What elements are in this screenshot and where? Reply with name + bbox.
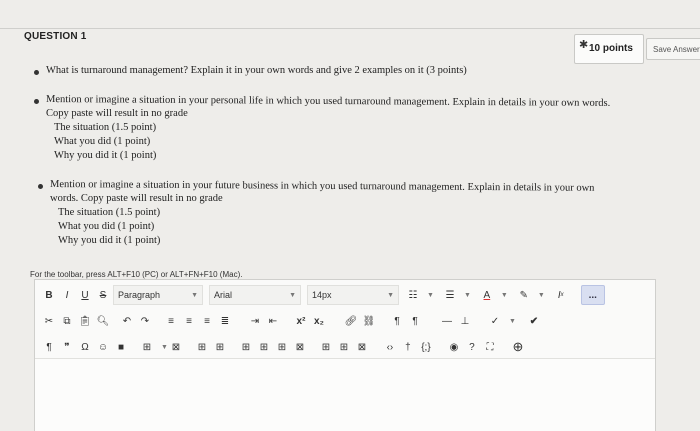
text-color-icon[interactable]: A <box>479 285 495 305</box>
media-icon[interactable]: ■ <box>113 337 129 357</box>
font-select[interactable]: Arial ▼ <box>209 285 301 305</box>
toolbar-row-2: ✂ ⧉ 📋︎ 🔍︎ ↶ ↷ ≡ ≡ ≡ ≣ ⇥ ⇤ x² x₂ 🔗︎ ⛓ ¶ ¶… <box>35 308 661 334</box>
table-delete-row-icon[interactable]: ⊞ <box>274 337 290 357</box>
chevron-down-icon[interactable]: ▼ <box>538 292 545 299</box>
add-content-icon[interactable]: ⊕ <box>510 337 526 357</box>
search-icon[interactable]: 🔍︎ <box>95 311 111 331</box>
copy-icon[interactable]: ⧉ <box>59 311 75 331</box>
save-answer-button[interactable]: Save Answer <box>646 38 700 60</box>
bullet-2 <box>34 99 39 104</box>
align-center-icon[interactable]: ≡ <box>181 311 197 331</box>
bullet-1-line: What is turnaround management? Explain i… <box>46 65 467 76</box>
bullet-3-line-1: Mention or imagine a situation in your f… <box>49 179 595 194</box>
ordered-list-icon[interactable]: ☷ <box>405 285 421 305</box>
rich-text-editor: B I U S Paragraph ▼ Arial ▼ 14px ▼ ☷ ▼ ☰… <box>34 279 656 431</box>
question-title: QUESTION 1 <box>24 31 87 42</box>
table-delete-col-icon[interactable]: ⊠ <box>292 337 308 357</box>
editor-content-area[interactable] <box>35 358 655 431</box>
special-char-icon[interactable]: Ω <box>77 337 93 357</box>
code-sample-icon[interactable]: {;} <box>418 337 434 357</box>
unlink-icon[interactable]: ⛓ <box>361 311 377 331</box>
font-value: Arial <box>214 290 233 300</box>
points-label: 10 points <box>589 43 633 54</box>
chevron-down-icon[interactable]: ▼ <box>501 292 508 299</box>
chevron-down-icon[interactable]: ▼ <box>427 292 434 299</box>
strikethrough-button[interactable]: S <box>95 285 111 305</box>
bullet-2-line-4: What you did (1 point) <box>54 136 151 147</box>
highlight-pen-icon[interactable]: ✎ <box>516 285 532 305</box>
table-delete-icon[interactable]: ⊠ <box>354 337 370 357</box>
undo-icon[interactable]: ↶ <box>119 311 135 331</box>
align-right-icon[interactable]: ≡ <box>199 311 215 331</box>
outdent-icon[interactable]: ⇤ <box>265 311 281 331</box>
font-size-value: 14px <box>312 290 332 300</box>
underline-button[interactable]: U <box>77 285 93 305</box>
toolbar-row-1: B I U S Paragraph ▼ Arial ▼ 14px ▼ ☷ ▼ ☰… <box>35 282 661 308</box>
chevron-down-icon: ▼ <box>387 291 394 299</box>
points-box: ✱ 10 points <box>574 34 644 64</box>
bullet-2-line-3: The situation (1.5 point) <box>54 122 157 133</box>
chevron-down-icon[interactable]: ▼ <box>464 292 471 299</box>
table-merge-icon[interactable]: ⊞ <box>318 337 334 357</box>
help-icon[interactable]: ? <box>464 337 480 357</box>
paragraph-select[interactable]: Paragraph ▼ <box>113 285 203 305</box>
paste-icon[interactable]: 📋︎ <box>77 311 93 331</box>
link-icon[interactable]: 🔗︎ <box>343 311 359 331</box>
fullscreen-icon[interactable]: ⛶ <box>482 337 498 357</box>
more-options-button[interactable]: ... <box>580 285 605 305</box>
pin-icon: ✱ <box>579 39 589 51</box>
rtl-icon[interactable]: ¶ <box>407 311 423 331</box>
table-col-after-icon[interactable]: ⊞ <box>256 337 272 357</box>
table-col-before-icon[interactable]: ⊞ <box>238 337 254 357</box>
ltr-icon[interactable]: ¶ <box>389 311 405 331</box>
paragraph-mark-icon[interactable]: ¶ <box>41 337 57 357</box>
table-props-icon[interactable]: ⊠ <box>168 337 184 357</box>
blockquote-icon[interactable]: ❞ <box>59 337 75 357</box>
indent-icon[interactable]: ⇥ <box>247 311 263 331</box>
align-justify-icon[interactable]: ≣ <box>217 311 233 331</box>
preview-icon[interactable]: ◉ <box>446 337 462 357</box>
table-split-icon[interactable]: ⊞ <box>336 337 352 357</box>
code-icon[interactable]: ‹› <box>382 337 398 357</box>
spellcheck-icon[interactable]: ✓ <box>487 311 503 331</box>
bullet-2-line-1: Mention or imagine a situation in your p… <box>45 94 611 109</box>
chevron-down-icon: ▼ <box>289 291 296 299</box>
bullet-2-line-2: Copy paste will result in no grade <box>46 108 188 119</box>
table-row-after-icon[interactable]: ⊞ <box>212 337 228 357</box>
bullet-1 <box>34 70 39 75</box>
clear-format-icon[interactable]: Ix <box>553 285 569 305</box>
toolbar-row-3: ¶ ❞ Ω ☺ ■ ⊞ ▼ ⊠ ⊞ ⊞ ⊞ ⊞ ⊞ ⊠ ⊞ ⊞ ⊠ ‹› † {… <box>35 334 661 360</box>
align-left-icon[interactable]: ≡ <box>163 311 179 331</box>
horizontal-rule-icon[interactable]: — <box>439 311 455 331</box>
subscript-button[interactable]: x₂ <box>311 311 327 331</box>
check-icon[interactable]: ✔ <box>526 311 542 331</box>
unordered-list-icon[interactable]: ☰ <box>442 285 458 305</box>
table-icon[interactable]: ⊞ <box>139 337 155 357</box>
bullet-3 <box>38 184 43 189</box>
paragraph-value: Paragraph <box>118 290 161 300</box>
chevron-down-icon: ▼ <box>191 291 198 299</box>
chevron-down-icon[interactable]: ▼ <box>509 318 516 325</box>
redo-icon[interactable]: ↷ <box>137 311 153 331</box>
bold-button[interactable]: B <box>41 285 57 305</box>
bullet-3-line-4: What you did (1 point) <box>58 221 155 232</box>
bullet-3-line-5: Why you did it (1 point) <box>58 235 161 246</box>
anchor-icon[interactable]: † <box>400 337 416 357</box>
bullet-2-line-5: Why you did it (1 point) <box>54 150 157 161</box>
bullet-3-line-3: The situation (1.5 point) <box>58 207 161 218</box>
chevron-down-icon[interactable]: ▼ <box>161 344 168 351</box>
emoji-icon[interactable]: ☺ <box>95 337 111 357</box>
table-row-before-icon[interactable]: ⊞ <box>194 337 210 357</box>
toolbar-hint: For the toolbar, press ALT+F10 (PC) or A… <box>30 270 243 279</box>
cut-icon[interactable]: ✂ <box>41 311 57 331</box>
superscript-button[interactable]: x² <box>293 311 309 331</box>
bullet-3-line-2: words. Copy paste will result in no grad… <box>50 193 223 204</box>
italic-button[interactable]: I <box>59 285 75 305</box>
font-size-select[interactable]: 14px ▼ <box>307 285 399 305</box>
insert-icon[interactable]: ⊥ <box>457 311 473 331</box>
